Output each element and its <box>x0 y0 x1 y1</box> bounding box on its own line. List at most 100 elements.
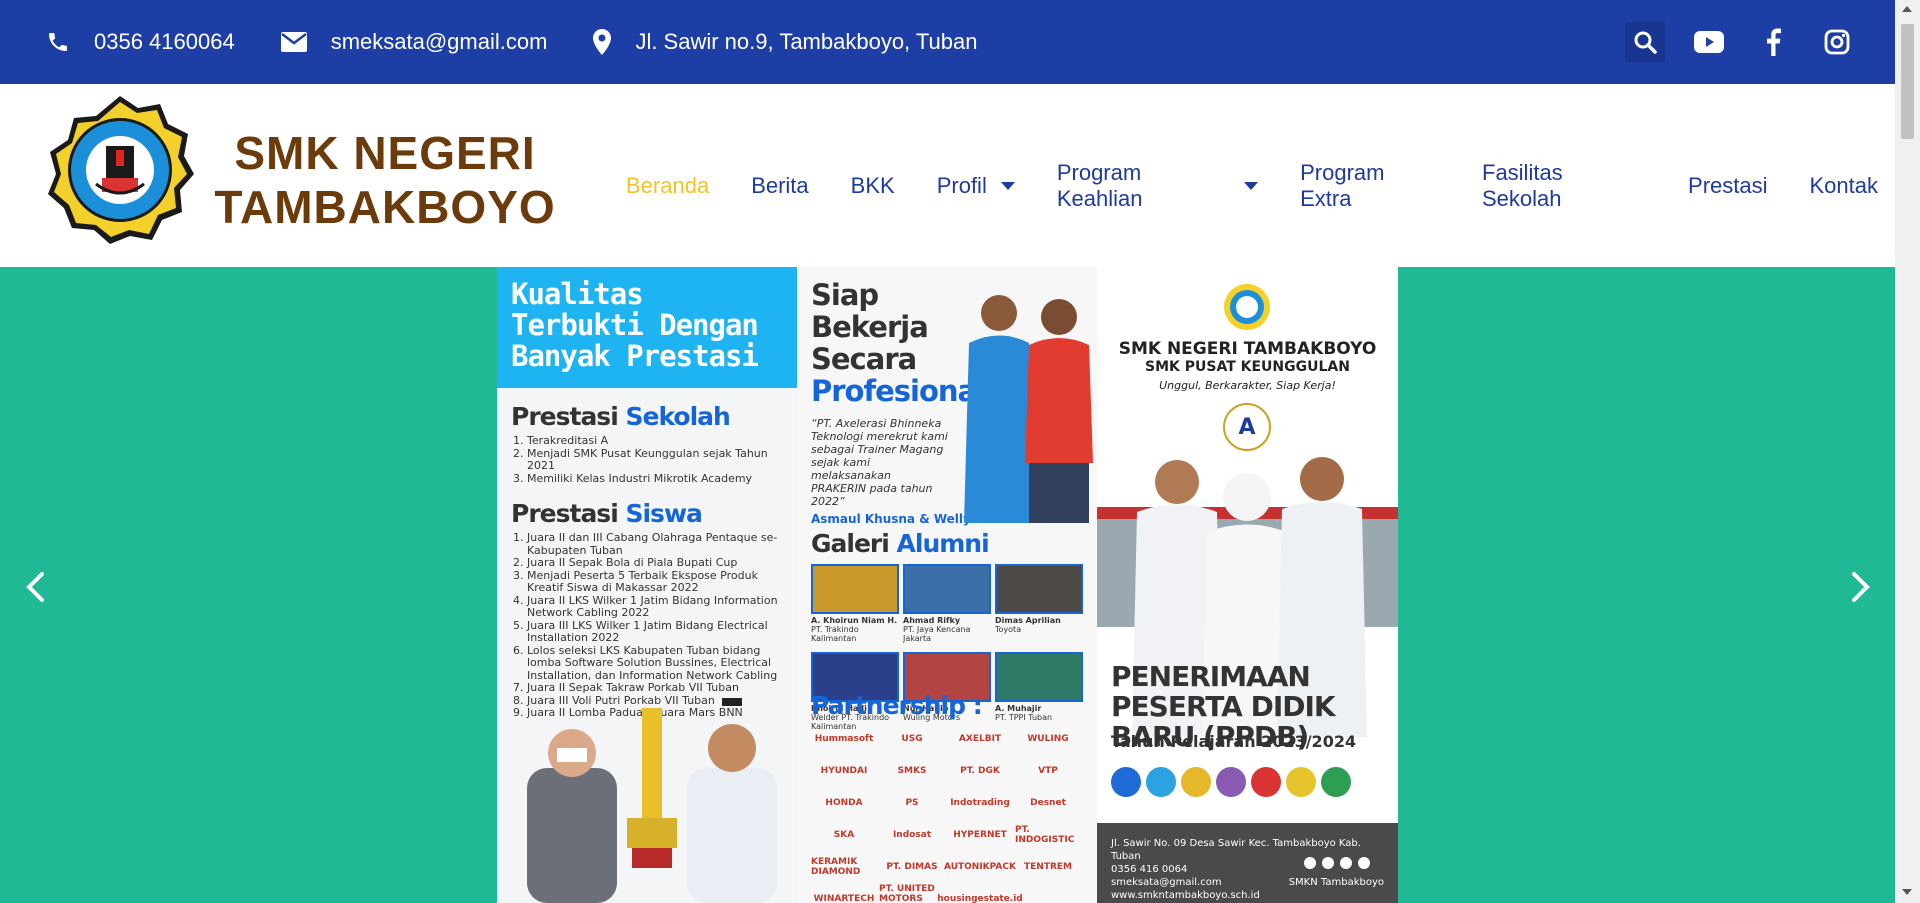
partner-logo: housingestate.id <box>937 894 1023 903</box>
partner-logo: AXELBIT <box>958 734 1002 744</box>
badge <box>1146 767 1176 797</box>
alumni-photo <box>995 564 1083 614</box>
list-item: Menjadi SMK Pusat Keunggulan sejak Tahun… <box>527 447 789 473</box>
partnership-heading: Partnership : <box>811 691 983 720</box>
heading-part: Galeri <box>811 529 890 558</box>
envelope-icon <box>280 32 307 52</box>
testimonial-quote: “PT. Axelerasi Bhinneka Teknologi merekr… <box>811 417 948 508</box>
list-item: Menjadi Peserta 5 Terbaik Ekspose Produk… <box>527 569 789 595</box>
galeri-heading: Galeri Alumni <box>811 529 1083 558</box>
instagram-icon <box>1824 29 1850 55</box>
banner-col-alumni: Siap Bekerja Secara Profesional “PT. Axel… <box>797 267 1097 903</box>
chevron-right-icon <box>1852 572 1870 602</box>
ppdb-tagline: Unggul, Berkarakter, Siap Kerja! <box>1159 379 1336 392</box>
facebook-link[interactable] <box>1753 22 1793 62</box>
prestasi-sekolah-list: Terakreditasi A Menjadi SMK Pusat Keungg… <box>497 434 797 485</box>
facebook-icon <box>1304 857 1316 869</box>
heading-accent: Sekolah <box>625 402 730 431</box>
phone-number: 0356 4160064 <box>94 29 235 54</box>
partner-logo: AUTONIKPACK <box>944 862 1016 872</box>
scroll-down-arrow-icon[interactable] <box>1902 889 1912 895</box>
award-photo <box>527 698 777 903</box>
partner-logo: WULING <box>1027 734 1069 744</box>
nav-label: Program Extra <box>1300 160 1385 211</box>
prestasi-sekolah-heading: Prestasi Sekolah <box>497 402 797 431</box>
alumni-card: Ahmad Rifky PT. Jaya Kencana Jakarta <box>903 564 991 648</box>
list-item: Terakreditasi A <box>527 434 789 448</box>
nav-profil[interactable]: Profil <box>937 173 1015 199</box>
heading-accent: Alumni <box>896 529 990 558</box>
badge <box>1111 767 1141 797</box>
ppdb-school-name: SMK NEGERI TAMBAKBOYO <box>1118 339 1377 359</box>
map-marker-icon <box>593 29 612 55</box>
partner-logo: HYUNDAI <box>820 766 868 776</box>
search-button[interactable] <box>1625 22 1665 62</box>
nav-prestasi[interactable]: Prestasi <box>1688 173 1767 199</box>
facebook-icon <box>1767 28 1781 56</box>
prestasi-siswa-list: Juara II dan III Cabang Olahraga Pentaqu… <box>497 531 797 720</box>
banner-col-prestasi: Kualitas Terbukti Dengan Banyak Prestasi… <box>497 267 797 903</box>
slider-next-button[interactable] <box>1846 567 1876 607</box>
brand-line-2: TAMBAKBOYO <box>214 181 556 233</box>
phone-contact[interactable]: 0356 4160064 <box>46 29 235 55</box>
partner-logo: TENTREM <box>1024 862 1072 872</box>
banner-headline: Kualitas Terbukti Dengan Banyak Prestasi <box>497 267 797 388</box>
nav-program-keahlian[interactable]: Program Keahlian <box>1057 160 1259 212</box>
school-crest-logo <box>1224 284 1270 330</box>
badge <box>1216 767 1246 797</box>
footer-web: www.smkntambakboyo.sch.id <box>1111 890 1260 901</box>
partner-logo: Indotrading <box>950 798 1010 808</box>
partner-logo: PT. INDOGISTIC <box>1015 825 1075 845</box>
partner-logos: Hummasoft USG AXELBIT WULING HYUNDAI SMKS PT. … <box>811 728 1081 903</box>
partnership-section: Partnership : Hummasoft USG AXELBIT WULING H… <box>811 677 1081 903</box>
footer-social-icons <box>1298 857 1370 869</box>
alumni-card: Dimas Aprilian Toyota <box>995 564 1083 648</box>
youtube-icon <box>1340 857 1352 869</box>
ppdb-year: Tahun Pelajaran 2023/2024 <box>1111 732 1357 751</box>
nav-label: BKK <box>850 173 895 198</box>
youtube-link[interactable] <box>1689 22 1729 62</box>
brand-title[interactable]: SMK NEGERI TAMBAKBOYO <box>210 126 560 234</box>
alumni-caption: Ahmad Rifky PT. Jaya Kencana Jakarta <box>903 616 971 643</box>
address-text: Jl. Sawir no.9, Tambakboyo, Tuban <box>635 29 978 54</box>
nav-berita[interactable]: Berita <box>751 173 808 199</box>
list-item: Juara II Sepak Bola di Piala Bupati Cup <box>527 556 789 570</box>
scroll-thumb[interactable] <box>1901 24 1914 139</box>
list-item: Lolos seleksi LKS Kabupaten Tuban bidang… <box>527 644 789 683</box>
partner-logo: USG <box>901 734 923 744</box>
partner-logo: HYPERNET <box>953 830 1007 840</box>
alumni-photo <box>811 564 899 614</box>
address-contact[interactable]: Jl. Sawir no.9, Tambakboyo, Tuban <box>593 29 977 55</box>
nav-label: Profil <box>936 173 987 198</box>
scroll-up-arrow-icon[interactable] <box>1902 6 1912 12</box>
badge <box>1181 767 1211 797</box>
partner-logo: WINARTECH <box>813 894 875 903</box>
partner-logo: SMKS <box>897 766 927 776</box>
nav-kontak[interactable]: Kontak <box>1810 173 1879 199</box>
alumni-photo <box>964 295 1093 523</box>
nav-label: Beranda <box>626 173 710 198</box>
partner-logo: PS <box>905 798 919 808</box>
instagram-link[interactable] <box>1817 22 1857 62</box>
email-contact[interactable]: smeksata@gmail.com <box>280 29 547 55</box>
alumni-card: A. Khoirun Niam H. PT. Trakindo Kalimanta… <box>811 564 899 648</box>
nav-label: Kontak <box>1809 173 1879 198</box>
youtube-icon <box>1694 31 1724 53</box>
slide-banner: Kualitas Terbukti Dengan Banyak Prestasi… <box>497 267 1398 903</box>
prestasi-siswa-heading: Prestasi Siswa <box>497 499 797 528</box>
nav-label: Prestasi <box>1688 173 1768 198</box>
partner-logo: PT. DGK <box>960 766 1000 776</box>
school-logo[interactable] <box>44 94 196 246</box>
nav-fasilitas-sekolah[interactable]: Fasilitas Sekolah <box>1482 160 1646 212</box>
nav-program-extra[interactable]: Program Extra <box>1300 160 1440 212</box>
instagram-icon <box>1322 857 1334 869</box>
nav-bkk[interactable]: BKK <box>851 173 895 199</box>
page-scrollbar[interactable] <box>1895 0 1920 903</box>
nav-beranda[interactable]: Beranda <box>626 173 709 199</box>
footer-handle: SMKN Tambakboyo <box>1288 877 1384 888</box>
phone-icon <box>49 33 67 51</box>
slider-prev-button[interactable] <box>20 567 50 607</box>
social-links <box>1601 0 1857 84</box>
alumni-caption: A. Khoirun Niam H. PT. Trakindo Kalimanta… <box>811 616 898 643</box>
partner-logo: HONDA <box>825 798 863 808</box>
